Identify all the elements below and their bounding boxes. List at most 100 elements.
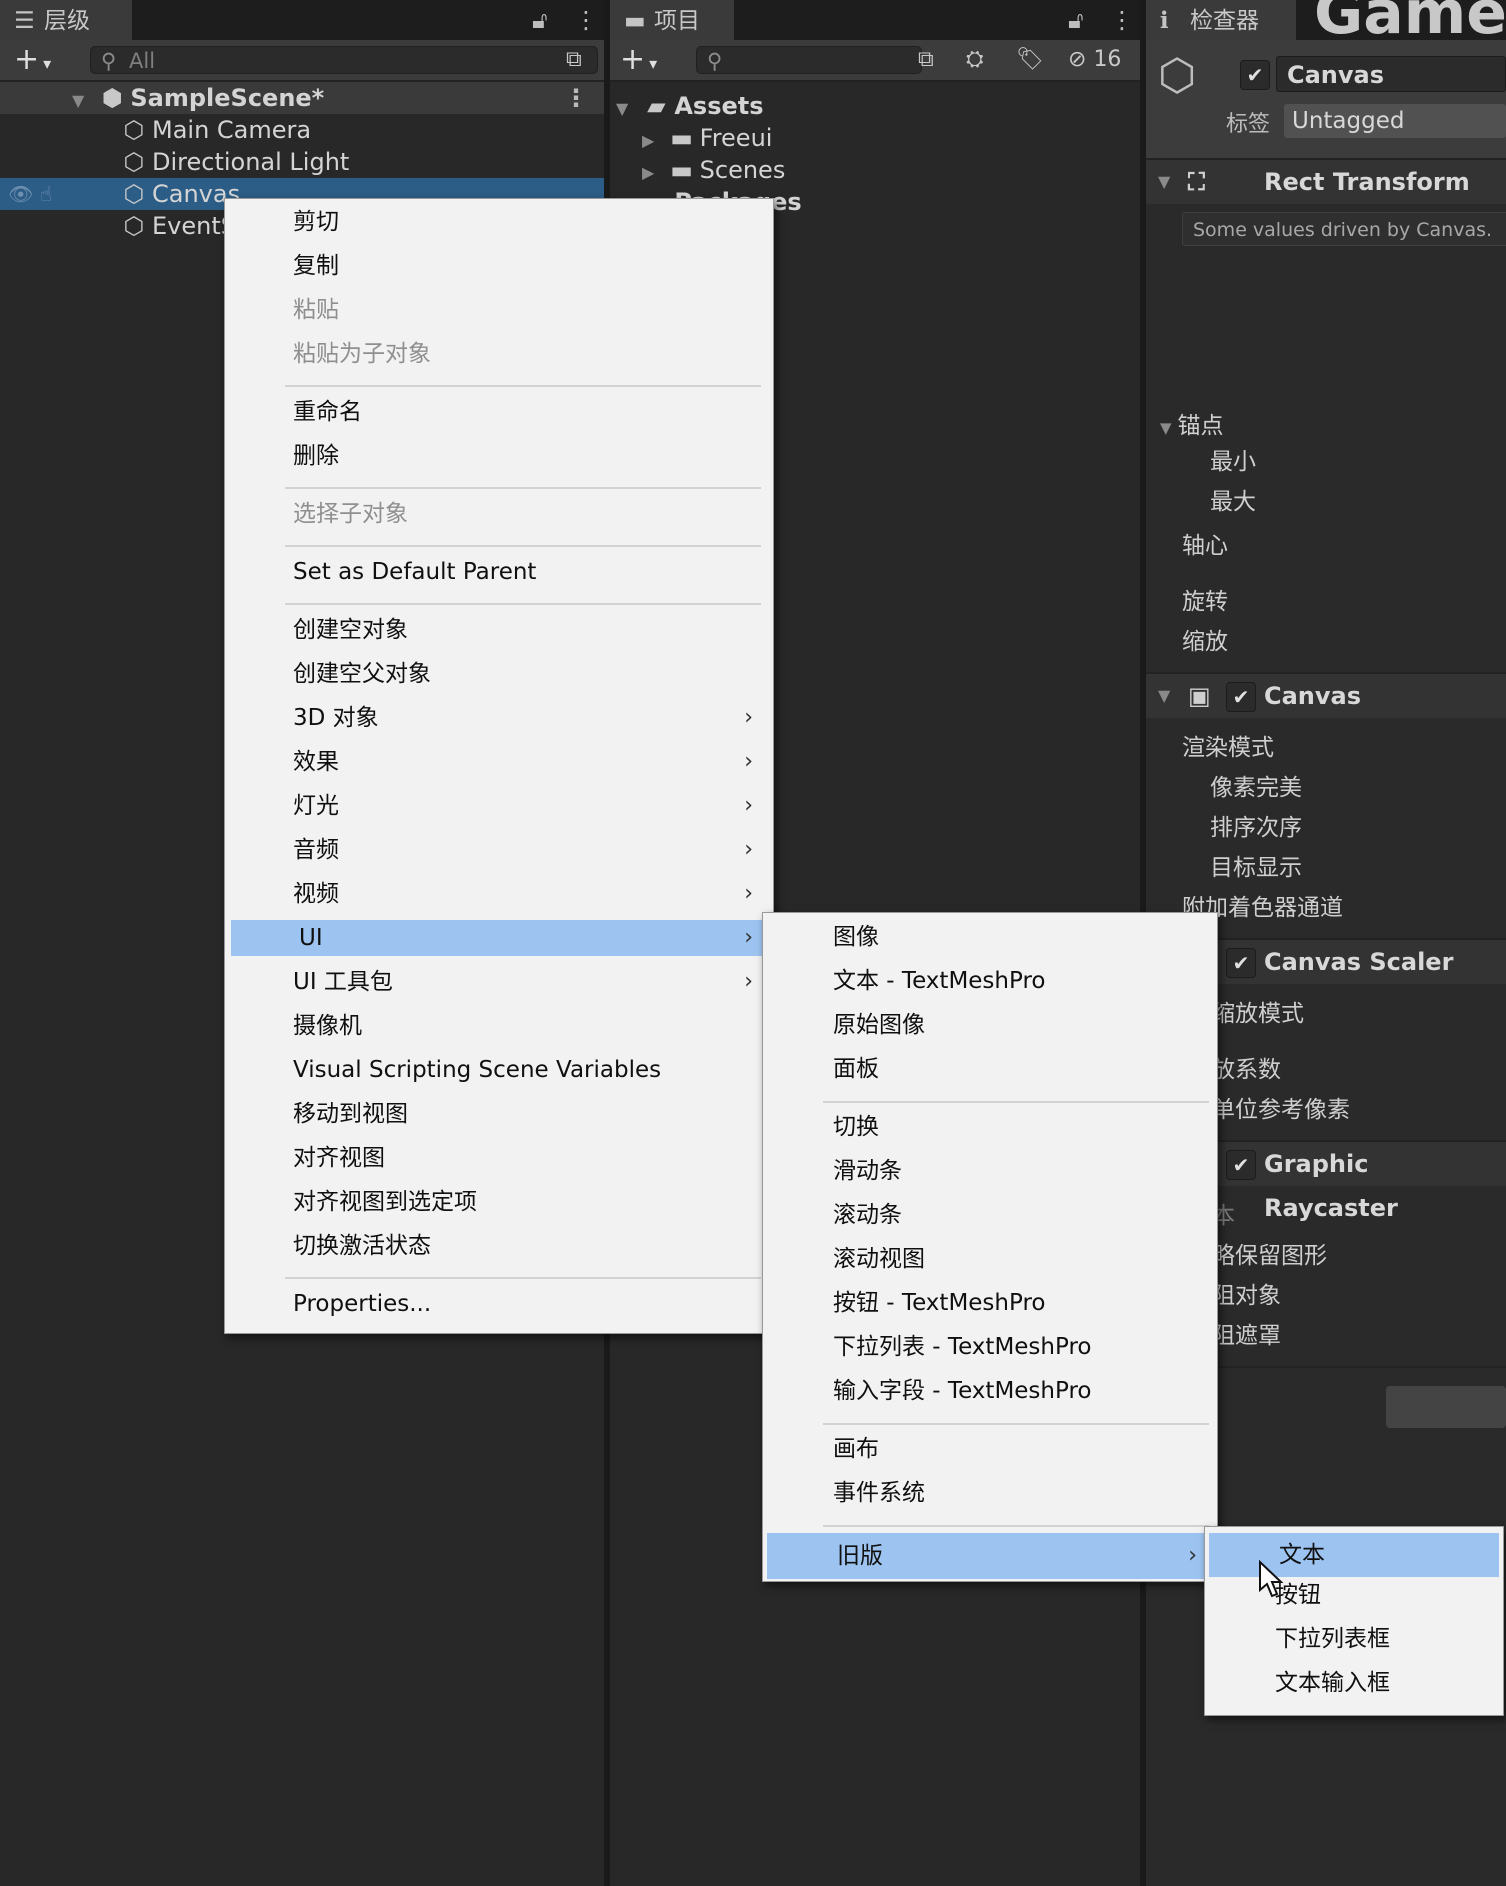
menu-item[interactable]: 面板 xyxy=(763,1051,1217,1087)
menu-item[interactable]: 灯光 › xyxy=(225,788,773,824)
hierarchy-item[interactable]: ⬡ Directional Light xyxy=(0,146,604,178)
hierarchy-toolbar: + ▾ ⚲ All ⧉ xyxy=(0,40,604,82)
menu-item[interactable]: 画布 xyxy=(763,1431,1217,1467)
rect-transform-header[interactable]: ▼ ⛶ Rect Transform xyxy=(1146,158,1506,204)
canvas-enabled-checkbox[interactable]: ✔ xyxy=(1226,674,1256,718)
hierarchy-search-input[interactable]: ⚲ All xyxy=(90,46,598,74)
driven-by-canvas-note: Some values driven by Canvas. xyxy=(1182,212,1506,246)
menu-item[interactable]: 视频 › xyxy=(225,876,773,912)
lock-icon[interactable]: 🔓︎ xyxy=(1068,0,1084,40)
menu-item[interactable]: 滚动条 xyxy=(763,1197,1217,1233)
menu-separator xyxy=(285,385,761,387)
visibility-eye-icon[interactable]: 👁︎ xyxy=(8,178,33,210)
menu-item[interactable]: 原始图像 xyxy=(763,1007,1217,1043)
menu-item[interactable]: 滑动条 xyxy=(763,1153,1217,1189)
menu-item[interactable]: 粘贴为子对象 xyxy=(225,336,773,372)
menu-item[interactable]: 图像 xyxy=(763,919,1217,955)
menu-item[interactable]: 切换激活状态 xyxy=(225,1228,773,1264)
project-folder[interactable]: ▶ ▬ Scenes xyxy=(610,154,1140,186)
target-display-label: 目标显示 xyxy=(1210,855,1302,881)
canvas-component-header[interactable]: ▼ ▣ ✔ Canvas xyxy=(1146,672,1506,718)
active-checkbox[interactable]: ✔ xyxy=(1240,60,1270,90)
lock-icon[interactable]: 🔓︎ xyxy=(532,0,548,40)
expand-arrow-icon[interactable]: ▼ xyxy=(72,85,92,117)
expand-arrow-icon[interactable]: ▼ xyxy=(616,93,636,125)
menu-item-legacy-2[interactable]: 下拉列表框 xyxy=(1205,1621,1503,1657)
tab-hierarchy[interactable]: ☰ 层级 xyxy=(0,0,132,40)
menu-item-legacy-1[interactable]: 按钮 xyxy=(1205,1577,1503,1613)
menu-item-legacy[interactable]: 旧版 › xyxy=(767,1533,1217,1579)
kebab-menu-icon[interactable]: ⋮ xyxy=(1110,0,1134,40)
menu-item[interactable]: 移动到视图 xyxy=(225,1096,773,1132)
menu-item-legacy-0[interactable]: 文本 xyxy=(1209,1533,1499,1577)
menu-item[interactable]: 输入字段 - TextMeshPro xyxy=(763,1373,1217,1409)
menu-item[interactable]: Properties... xyxy=(225,1286,773,1322)
menu-item[interactable]: Set as Default Parent xyxy=(225,554,773,590)
hierarchy-context-menu: 剪切复制粘贴粘贴为子对象 重命名删除选择子对象 Set as Default Par… xyxy=(224,198,774,1334)
menu-item[interactable]: 音频 › xyxy=(225,832,773,868)
hierarchy-item[interactable]: ⬡ Main Camera xyxy=(0,114,604,146)
collapsed-arrow-icon[interactable]: ▶ xyxy=(642,125,662,157)
graphic-raycaster-checkbox[interactable]: ✔ xyxy=(1226,1142,1256,1186)
search-scope-icon[interactable]: ⧉ xyxy=(918,46,934,74)
menu-item[interactable]: 重命名 xyxy=(225,394,773,430)
collapse-arrow-icon[interactable]: ▼ xyxy=(1158,674,1170,718)
menu-item[interactable]: 下拉列表 - TextMeshPro xyxy=(763,1329,1217,1365)
search-icon: ⚲ xyxy=(707,49,723,73)
menu-item[interactable]: 切换 xyxy=(763,1109,1217,1145)
menu-separator xyxy=(823,1101,1209,1103)
kebab-menu-icon[interactable]: ⋮ xyxy=(574,0,598,40)
project-folder-assets[interactable]: ▼ ▰ Assets xyxy=(610,90,1140,122)
menu-item[interactable]: 按钮 - TextMeshPro xyxy=(763,1285,1217,1321)
menu-item[interactable]: Visual Scripting Scene Variables xyxy=(225,1052,773,1088)
gameobject-cube-icon: ⬡ xyxy=(123,148,145,176)
menu-item[interactable]: 删除 xyxy=(225,438,773,474)
menu-separator xyxy=(823,1525,1209,1527)
add-icon[interactable]: + ▾ xyxy=(14,40,51,80)
menu-item[interactable]: 创建空对象 xyxy=(225,612,773,648)
menu-item[interactable]: 事件系统 xyxy=(763,1475,1217,1511)
menu-item[interactable]: 剪切 xyxy=(225,204,773,240)
menu-item[interactable]: 创建空父对象 xyxy=(225,656,773,692)
pickable-hand-icon[interactable]: ☝︎ xyxy=(40,178,52,210)
scene-row[interactable]: ▼ ⬢ SampleScene* ⋮ xyxy=(0,82,604,114)
inspector-header: ⬡ ✔ Canvas 标签 Untagged xyxy=(1146,40,1506,158)
menu-item-legacy-3[interactable]: 文本输入框 xyxy=(1205,1665,1503,1701)
scene-kebab-icon[interactable]: ⋮ xyxy=(564,82,588,114)
menu-item[interactable]: 选择子对象 xyxy=(225,496,773,532)
menu-item[interactable]: 复制 xyxy=(225,248,773,284)
object-name-field[interactable]: Canvas xyxy=(1276,56,1506,92)
collapsed-arrow-icon[interactable]: ▶ xyxy=(642,157,662,189)
tab-project[interactable]: ▬ 项目 xyxy=(610,0,734,40)
hidden-packages-icon[interactable]: ⊘ 16 xyxy=(1068,46,1121,74)
ui-submenu: 图像文本 - TextMeshPro 原始图像面板切换滑动条滚动条滚动视图按钮 -… xyxy=(762,912,1218,1582)
canvas-icon: ▣ xyxy=(1188,682,1211,710)
gameobject-cube-icon: ⬡ xyxy=(123,180,145,208)
menu-item[interactable]: UI 工具包 › xyxy=(225,964,773,1000)
canvas-scaler-checkbox[interactable]: ✔ xyxy=(1226,940,1256,984)
anchors-label[interactable]: ▼ 锚点 xyxy=(1160,406,1224,440)
filter-type-icon[interactable]: ⛭ xyxy=(966,46,984,74)
open-folder-icon: ▰ xyxy=(647,92,666,120)
ignore-reversed-label: 略保留图形 xyxy=(1212,1243,1327,1269)
menu-item[interactable]: 效果 › xyxy=(225,744,773,780)
menu-item[interactable]: 摄像机 xyxy=(225,1008,773,1044)
collapse-arrow-icon[interactable]: ▼ xyxy=(1158,160,1170,204)
menu-item[interactable]: 3D 对象 › xyxy=(225,700,773,736)
project-folder[interactable]: ▶ ▬ Freeui xyxy=(610,122,1140,154)
menu-item[interactable]: 粘贴 xyxy=(225,292,773,328)
scene-filter-icon[interactable]: ⧉ xyxy=(566,46,582,74)
project-toolbar: + ▾ ⚲ ⧉ ⛭ 🏷︎ ⊘ 16 xyxy=(610,40,1140,82)
menu-item-ui[interactable]: UI › xyxy=(231,920,773,956)
menu-item[interactable]: 对齐视图到选定项 xyxy=(225,1184,773,1220)
tab-inspector[interactable]: ℹ 检查器 xyxy=(1146,0,1296,40)
menu-item[interactable]: 文本 - TextMeshPro xyxy=(763,963,1217,999)
menu-item[interactable]: 滚动视图 xyxy=(763,1241,1217,1277)
filter-label-icon[interactable]: 🏷︎ xyxy=(1016,46,1044,74)
scale-mode-label: 缩放模式 xyxy=(1212,1001,1304,1027)
project-search-input[interactable]: ⚲ xyxy=(696,46,922,74)
menu-item[interactable]: 对齐视图 xyxy=(225,1140,773,1176)
add-component-button[interactable] xyxy=(1386,1386,1506,1428)
add-icon[interactable]: + ▾ xyxy=(620,40,657,80)
tag-dropdown[interactable]: Untagged xyxy=(1284,104,1506,138)
